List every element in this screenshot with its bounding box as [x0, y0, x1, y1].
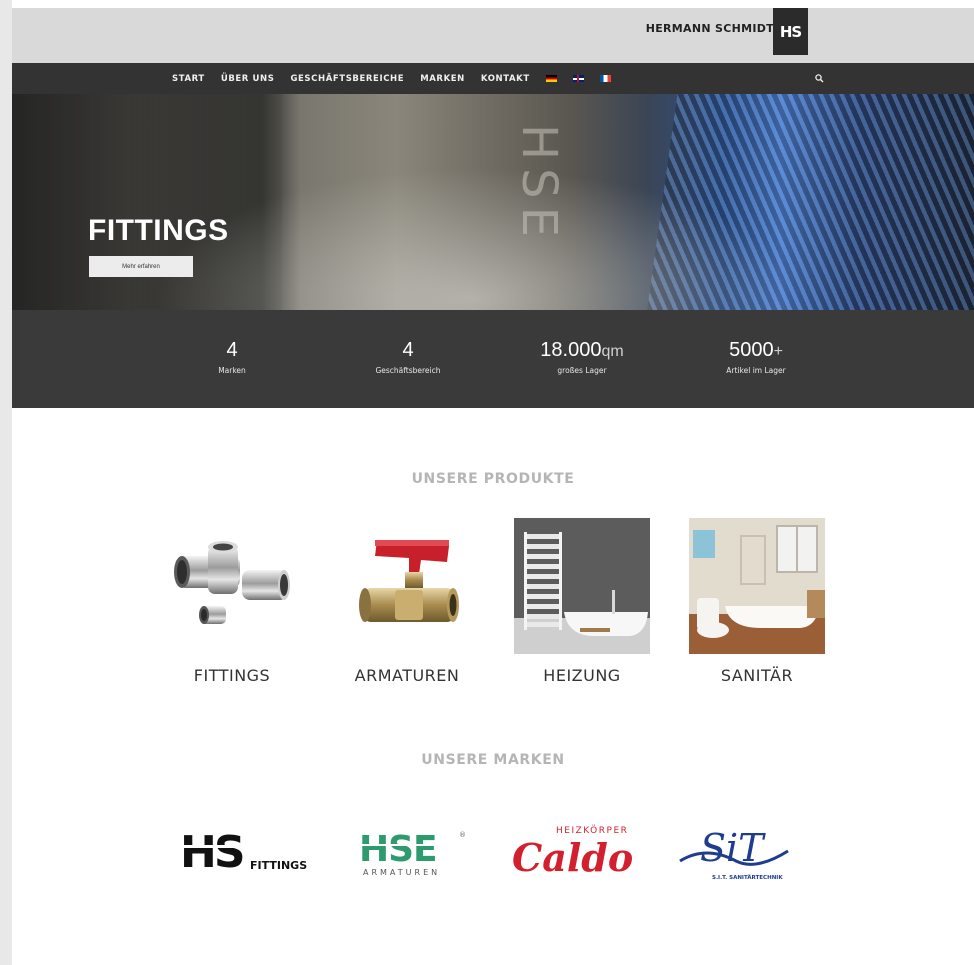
product-heizung[interactable]: HEIZUNG	[512, 518, 652, 685]
search-icon[interactable]	[814, 73, 825, 84]
stat-value: 4	[402, 339, 414, 361]
product-fittings[interactable]: FITTINGS	[162, 518, 302, 685]
product-armaturen[interactable]: ARMATUREN	[337, 518, 477, 685]
stat-value: 5000+	[729, 339, 783, 361]
main-nav: START ÜBER UNS GESCHÄFTSBEREICHE MARKEN …	[12, 63, 974, 94]
stats-bar: 4 Marken 4 Geschäftsbereich 18.000qm gro…	[12, 310, 974, 408]
brand-sub-text: FITTINGS	[250, 859, 307, 872]
caldo-logo: HEIZKÖRPER Caldo	[512, 825, 633, 880]
flag-fr-icon[interactable]	[599, 75, 611, 82]
nav-items: START ÜBER UNS GESCHÄFTSBEREICHE MARKEN …	[172, 63, 611, 94]
stat-lager: 18.000qm großes Lager	[512, 338, 652, 375]
product-sanitaer[interactable]: SANITÄR	[687, 518, 827, 685]
stat-value: 18.000qm	[540, 339, 624, 361]
product-label: ARMATUREN	[354, 666, 460, 685]
product-label: FITTINGS	[193, 666, 271, 685]
nav-item-kontakt[interactable]: KONTAKT	[481, 74, 530, 84]
stat-label: großes Lager	[557, 366, 607, 375]
product-fittings-image	[164, 518, 300, 654]
brand-hs-fittings[interactable]: HS FITTINGS	[178, 815, 318, 885]
stat-marken: 4 Marken	[162, 338, 302, 375]
product-sanitaer-image	[689, 518, 825, 654]
hero-engraving: HSE	[387, 124, 567, 245]
brand-name[interactable]: HERMANN SCHMIDT	[646, 22, 774, 35]
brand-caldo[interactable]: HEIZKÖRPER Caldo	[508, 815, 648, 885]
stat-geschaeftsbereich: 4 Geschäftsbereich	[338, 338, 478, 375]
stat-artikel: 5000+ Artikel im Lager	[686, 338, 826, 375]
left-gutter	[0, 0, 12, 965]
product-label: HEIZUNG	[543, 666, 621, 685]
header-bar: HERMANN SCHMIDT HS	[12, 8, 974, 63]
product-armaturen-image	[339, 518, 475, 654]
product-heizung-image	[514, 518, 650, 654]
stat-value: 4	[226, 339, 238, 361]
brands-section-title: UNSERE MARKEN	[421, 752, 565, 768]
hse-armaturen-logo: HSE ® ARMATUREN	[355, 829, 466, 877]
brand-hse-armaturen[interactable]: HSE ® ARMATUREN	[355, 815, 475, 885]
stat-label: Geschäftsbereich	[375, 366, 441, 375]
top-strip	[12, 0, 974, 8]
svg-text:®: ®	[459, 831, 466, 839]
nav-item-geschaeftsbereiche[interactable]: GESCHÄFTSBEREICHE	[290, 74, 404, 84]
hero-banner: HSE FITTINGS Mehr erfahren	[12, 94, 974, 310]
flag-de-icon[interactable]	[545, 75, 557, 82]
sit-logo: SiT S.I.T. SANITÄRTECHNIK	[679, 826, 789, 881]
brand-sub-text: ARMATUREN	[363, 868, 440, 877]
flag-en-icon[interactable]	[572, 75, 584, 82]
nav-item-start[interactable]: START	[172, 74, 205, 84]
stat-label: Artikel im Lager	[726, 366, 786, 375]
brand-logo-text: HSE	[359, 829, 437, 870]
brand-sub-text: S.I.T. SANITÄRTECHNIK	[712, 874, 783, 881]
stat-label: Marken	[218, 366, 246, 375]
products-section-title: UNSERE PRODUKTE	[411, 471, 575, 487]
hero-more-button[interactable]: Mehr erfahren	[89, 256, 193, 277]
nav-item-ueber-uns[interactable]: ÜBER UNS	[221, 74, 275, 84]
nav-item-marken[interactable]: MARKEN	[420, 74, 465, 84]
brand-logo-text: Caldo	[512, 835, 633, 880]
hs-fittings-logo: HS FITTINGS	[178, 827, 307, 878]
hero-title: FITTINGS	[88, 214, 229, 247]
brand-logo[interactable]: HS	[773, 8, 808, 55]
brand-sit[interactable]: SiT S.I.T. SANITÄRTECHNIK	[676, 815, 806, 885]
brand-logo-text: HS	[779, 22, 802, 41]
product-label: SANITÄR	[720, 666, 794, 685]
brand-logo-text: HS	[180, 827, 243, 878]
